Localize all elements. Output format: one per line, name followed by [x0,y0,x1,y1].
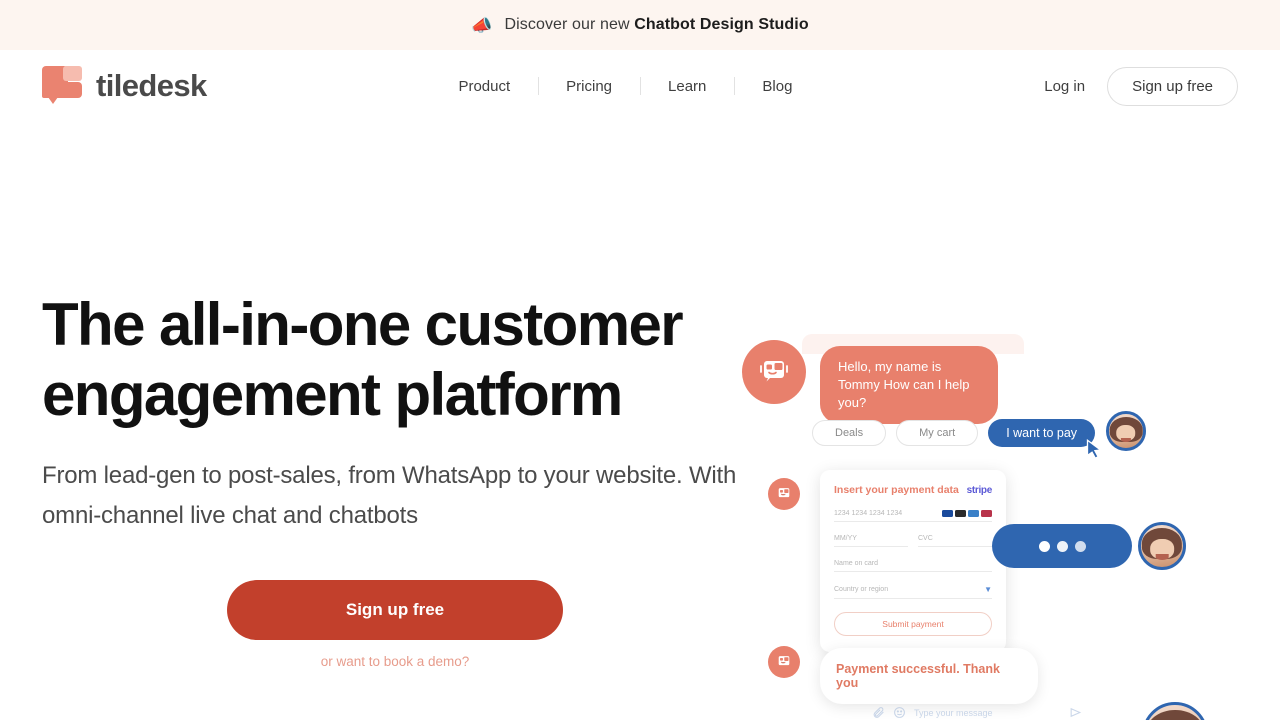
card-number-field[interactable]: 1234 1234 1234 1234 [834,510,992,522]
book-demo-link[interactable]: or want to book a demo? [227,654,563,669]
typing-indicator [992,524,1132,568]
avatar [1142,702,1208,720]
site-header: tiledesk Product Pricing Learn Blog Log … [0,50,1280,122]
name-on-card-placeholder: Name on card [834,560,878,567]
payment-card-title: Insert your payment data [834,484,959,496]
hero-cta-group: Sign up free or want to book a demo? [227,580,563,669]
bot-message-bubble: Hello, my name is Tommy How can I help y… [820,346,998,424]
hero-subtitle: From lead-gen to post-sales, from WhatsA… [42,462,737,529]
country-row: Country or region ▼ [834,585,992,599]
mastercard-icon [955,510,966,517]
chip-i-want-to-pay[interactable]: I want to pay [988,419,1103,460]
announcement-highlight: Chatbot Design Studio [634,16,809,33]
header-actions: Log in Sign up free [1044,66,1238,106]
chevron-down-icon: ▼ [984,585,992,594]
nav-item-blog[interactable]: Blog [734,74,820,99]
nav-item-learn[interactable]: Learn [640,74,734,99]
logo[interactable]: tiledesk [42,64,207,108]
chip-i-want-to-pay-label: I want to pay [1006,426,1078,440]
discover-icon [981,510,992,517]
cvc-placeholder: CVC [918,535,933,542]
hero-illustration: Hello, my name is Tommy How can I help y… [742,122,1238,720]
typing-dot [1038,540,1050,552]
payment-success-bubble: Payment successful. Thank you [820,648,1038,704]
payment-card: Insert your payment data stripe 1234 123… [820,470,1006,652]
login-link[interactable]: Log in [1044,78,1085,95]
payment-card-header: Insert your payment data stripe [834,484,992,496]
expiry-cvc-row: MM/YY CVC [834,535,992,547]
card-number-row: 1234 1234 1234 1234 [834,510,992,522]
quick-reply-row: Deals My cart I want to pay [812,419,1103,460]
send-icon[interactable] [1069,706,1082,719]
message-input-bar[interactable]: Type your message [872,706,1082,719]
cursor-pointer-icon [1086,438,1103,460]
card-number-placeholder: 1234 1234 1234 1234 [834,510,903,517]
avatar [1106,411,1146,451]
message-input-placeholder: Type your message [914,707,993,718]
main-nav: Product Pricing Learn Blog [207,74,1045,99]
chip-my-cart[interactable]: My cart [896,420,979,446]
typing-dot [1074,540,1086,552]
page-title: The all-in-one customer engagement platf… [42,291,684,428]
announcement-banner[interactable]: 📣 Discover our new Chatbot Design Studio [0,0,1280,50]
emoji-icon[interactable] [893,706,906,719]
nav-item-product[interactable]: Product [430,74,538,99]
hero-section: The all-in-one customer engagement platf… [0,122,1280,720]
announcement-prefix: Discover our new [504,16,635,33]
expiry-field[interactable]: MM/YY [834,535,908,547]
megaphone-icon: 📣 [471,15,493,35]
avatar [1138,522,1186,570]
stripe-logo: stripe [966,485,993,496]
tiledesk-logo-icon [42,64,82,108]
bot-avatar-icon-small [768,646,800,678]
chip-deals[interactable]: Deals [812,420,887,446]
bot-avatar-icon [742,340,806,404]
visa-icon [942,510,953,517]
signup-free-button-hero[interactable]: Sign up free [227,580,563,640]
amex-icon [968,510,979,517]
country-select[interactable]: Country or region ▼ [834,585,992,599]
card-brand-icons [942,510,992,517]
hero-copy: The all-in-one customer engagement platf… [42,122,742,720]
name-row: Name on card [834,560,992,572]
cvc-field[interactable]: CVC [918,535,992,547]
signup-free-button-header[interactable]: Sign up free [1107,66,1238,106]
country-placeholder: Country or region [834,586,889,593]
announcement-text: Discover our new Chatbot Design Studio [504,16,808,34]
name-on-card-field[interactable]: Name on card [834,560,992,572]
bot-avatar-icon-small [768,478,800,510]
typing-dot [1056,540,1068,552]
submit-payment-button[interactable]: Submit payment [834,612,992,636]
nav-item-pricing[interactable]: Pricing [538,74,640,99]
expiry-placeholder: MM/YY [834,535,857,542]
logo-wordmark: tiledesk [96,68,207,103]
paperclip-icon[interactable] [872,706,885,719]
